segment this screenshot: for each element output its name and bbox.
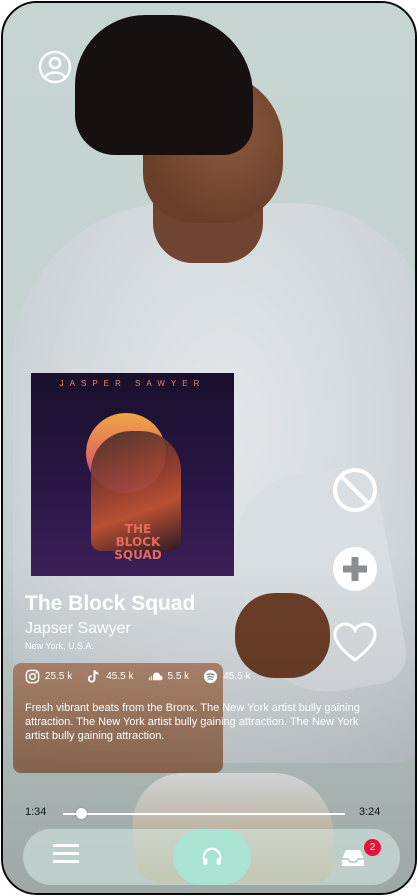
progress-knob[interactable] [75, 808, 87, 819]
hamburger-menu-icon[interactable] [53, 844, 79, 868]
block-button[interactable] [332, 467, 378, 513]
stat-soundcloud[interactable]: 5.5 k [148, 669, 190, 684]
track-location: New York, U.S.A. [25, 641, 95, 651]
add-button[interactable] [332, 546, 378, 592]
total-time: 3:24 [359, 806, 381, 818]
heart-icon [333, 622, 377, 662]
soundcloud-icon [148, 672, 163, 680]
like-button[interactable] [332, 620, 378, 666]
stat-tiktok[interactable]: 45.5 k [86, 669, 134, 684]
track-title: The Block Squad [25, 592, 196, 615]
album-cover[interactable]: JASPER SAWYER THE BLOCK SQUAD [31, 373, 234, 576]
tiktok-icon [88, 669, 100, 683]
plus-circle-icon [333, 547, 377, 591]
stat-count: 45.5 k [223, 670, 251, 682]
spotify-icon [204, 669, 218, 683]
profile-icon[interactable] [37, 49, 73, 85]
listen-button[interactable] [173, 829, 251, 885]
stat-count: 25.5 k [45, 670, 73, 682]
instagram-icon [25, 669, 40, 683]
artist-description: Fresh vibrant beats from the Bronx. The … [25, 702, 360, 742]
track-artist[interactable]: Japser Sawyer [25, 620, 131, 638]
stat-spotify[interactable]: 45.5 k [203, 669, 250, 684]
headphones-icon [202, 847, 222, 865]
bottom-nav: 2 [23, 829, 400, 885]
progress-slider[interactable] [63, 808, 345, 819]
stat-count: 45.5 k [106, 670, 134, 682]
phone-frame: JASPER SAWYER THE BLOCK SQUAD The Block … [1, 1, 417, 895]
current-time: 1:34 [25, 806, 47, 818]
stat-instagram[interactable]: 25.5 k [25, 669, 72, 684]
album-cover-artist-text: JASPER SAWYER [59, 379, 206, 388]
block-icon [333, 468, 377, 512]
inbox-badge: 2 [364, 839, 381, 856]
social-stats: 25.5 k 45.5 k 5.5 k 45.5 k [25, 667, 264, 685]
album-cover-title-text: THE BLOCK SQUAD [114, 522, 162, 562]
stat-count: 5.5 k [167, 670, 190, 682]
inbox-icon[interactable] [340, 847, 366, 869]
